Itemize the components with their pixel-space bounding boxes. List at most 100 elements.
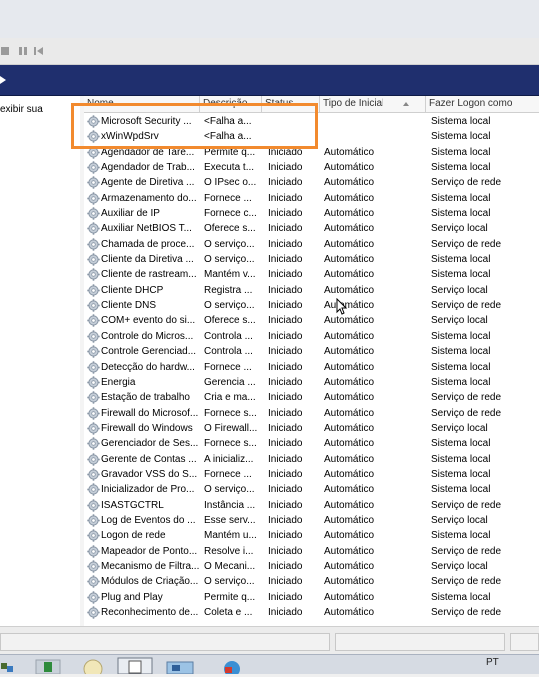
service-status: Iniciado — [268, 453, 303, 465]
gear-icon — [87, 207, 100, 220]
globe-app-icon[interactable] — [215, 657, 249, 677]
stop-icon[interactable] — [0, 45, 12, 57]
service-status: Iniciado — [268, 607, 303, 618]
service-name: Gerenciador de Ses... — [101, 438, 199, 450]
service-description: Oferece s... — [204, 315, 256, 327]
table-row[interactable]: Inicializador de Pro... O serviço... Ini… — [84, 482, 539, 497]
service-startup-type: Automático — [324, 407, 375, 419]
table-row[interactable]: Estação de trabalho Cria e ma... Iniciad… — [84, 390, 539, 405]
service-name: Reconhecimento de... — [101, 607, 199, 618]
service-name: Armazenamento do... — [101, 192, 197, 204]
toolbar — [0, 38, 539, 65]
table-row[interactable]: Auxiliar NetBIOS T... Oferece s... Inici… — [84, 221, 539, 236]
gear-icon — [87, 161, 100, 174]
service-name: Agente de Diretiva ... — [101, 177, 195, 189]
table-row[interactable]: Logon de rede Mantém u... Iniciado Autom… — [84, 528, 539, 543]
table-row[interactable]: ISASTGCTRL Instância ... Iniciado Automá… — [84, 498, 539, 513]
table-row[interactable]: Gerenciador de Ses... Fornece s... Inici… — [84, 436, 539, 451]
service-description: Cria e ma... — [204, 392, 256, 404]
service-status: Iniciado — [268, 162, 303, 174]
service-status: Iniciado — [268, 269, 303, 281]
service-startup-type: Automático — [324, 607, 375, 618]
gear-icon — [87, 268, 100, 282]
service-name: Controle Gerenciad... — [101, 346, 197, 358]
service-logon-as: Serviço local — [431, 315, 488, 327]
table-row[interactable]: Armazenamento do... Fornece ... Iniciado… — [84, 191, 539, 206]
service-status: Iniciado — [268, 376, 303, 388]
gear-icon — [87, 360, 100, 374]
column-header-startup-type[interactable]: Tipo de Inicialização — [320, 96, 426, 112]
service-description: Coleta e ... — [204, 607, 253, 618]
table-row[interactable]: Log de Eventos do ... Esse serv... Inici… — [84, 513, 539, 528]
service-name: Gerente de Contas ... — [101, 453, 197, 465]
clock-app-icon[interactable] — [76, 657, 110, 677]
gear-icon — [87, 176, 100, 190]
table-row[interactable]: Mecanismo de Filtra... O Mecani... Inici… — [84, 559, 539, 574]
sort-ascending-icon — [403, 102, 409, 106]
description-text: exibir sua — [0, 104, 43, 115]
table-row[interactable]: Gerente de Contas ... A inicializ... Ini… — [84, 452, 539, 467]
service-name: Mecanismo de Filtra... — [101, 560, 200, 572]
table-row[interactable]: Cliente da Diretiva ... O serviço... Ini… — [84, 252, 539, 267]
table-row[interactable]: Controle Gerenciad... Controla ... Inici… — [84, 344, 539, 359]
service-description: Fornece ... — [204, 361, 252, 373]
table-row[interactable]: Energia Gerencia ... Iniciado Automático… — [84, 375, 539, 390]
service-name: Detecção do hardw... — [101, 361, 195, 373]
table-row[interactable]: Controle do Micros... Controla ... Inici… — [84, 329, 539, 344]
service-status: Iniciado — [268, 422, 303, 434]
service-name: COM+ evento do si... — [101, 315, 196, 327]
service-startup-type: Automático — [324, 576, 375, 588]
service-logon-as: Sistema local — [431, 208, 491, 220]
table-row[interactable]: COM+ evento do si... Oferece s... Inicia… — [84, 313, 539, 328]
service-status: Iniciado — [268, 438, 303, 450]
pause-icon[interactable] — [17, 45, 29, 57]
table-row[interactable]: Reconhecimento de... Coleta e ... Inicia… — [84, 605, 539, 620]
gear-icon — [87, 590, 100, 604]
service-startup-type: Automático — [324, 192, 375, 204]
table-row[interactable]: Plug and Play Permite q... Iniciado Auto… — [84, 590, 539, 605]
service-description: Fornece ... — [204, 192, 252, 204]
gear-icon — [87, 345, 100, 358]
service-logon-as: Sistema local — [431, 346, 491, 358]
gear-icon — [87, 575, 100, 589]
services-app-icon[interactable] — [117, 657, 153, 675]
table-row[interactable]: Firewall do Microsof... Fornece s... Ini… — [84, 406, 539, 421]
services-list: Nome Descrição Status Tipo de Inicializa… — [84, 96, 539, 626]
table-row[interactable]: Agente de Diretiva ... O IPsec o... Inic… — [84, 175, 539, 190]
language-indicator[interactable]: PT — [486, 657, 499, 668]
service-name: Firewall do Windows — [101, 422, 193, 434]
service-description: O Mecani... — [204, 560, 256, 572]
table-row[interactable]: Mapeador de Ponto... Resolve i... Inicia… — [84, 544, 539, 559]
table-row[interactable]: Detecção do hardw... Fornece ... Iniciad… — [84, 360, 539, 375]
service-description: O serviço... — [204, 576, 255, 588]
table-row[interactable]: Módulos de Criação... O serviço... Inici… — [84, 574, 539, 589]
column-header-logon-as[interactable]: Fazer Logon como — [426, 96, 539, 112]
service-startup-type: Automático — [324, 499, 375, 511]
service-description: Controla ... — [204, 346, 253, 358]
gear-icon — [87, 238, 100, 251]
table-row[interactable]: Agendador de Trab... Executa t... Inicia… — [84, 160, 539, 175]
table-row[interactable]: Firewall do Windows O Firewall... Inicia… — [84, 421, 539, 436]
service-logon-as: Sistema local — [431, 484, 491, 496]
restart-icon[interactable] — [33, 45, 45, 57]
table-row[interactable]: Cliente DNS O serviço... Iniciado Automá… — [84, 298, 539, 313]
table-row[interactable]: Cliente de rastream... Mantém v... Inici… — [84, 267, 539, 282]
service-startup-type: Automático — [324, 269, 375, 281]
server-manager-icon[interactable] — [162, 657, 198, 675]
service-startup-type: Automático — [324, 468, 375, 480]
service-logon-as: Serviço de rede — [431, 576, 502, 588]
table-row[interactable]: Cliente DHCP Registra ... Iniciado Autom… — [84, 283, 539, 298]
service-name: Energia — [101, 376, 136, 388]
service-name: Gravador VSS do S... — [101, 468, 198, 480]
table-row[interactable]: Gravador VSS do S... Fornece ... Iniciad… — [84, 467, 539, 482]
table-row[interactable]: Auxiliar de IP Fornece c... Iniciado Aut… — [84, 206, 539, 221]
service-description: Fornece s... — [204, 438, 257, 450]
service-startup-type: Automático — [324, 254, 375, 266]
gear-icon — [87, 376, 100, 389]
table-row[interactable]: Chamada de proce... O serviço... Iniciad… — [84, 237, 539, 252]
network-icon[interactable] — [0, 657, 14, 674]
status-segment — [510, 633, 539, 651]
service-name: Plug and Play — [101, 591, 163, 603]
service-status: Iniciado — [268, 484, 303, 496]
taskbar-app-icon[interactable] — [32, 657, 64, 675]
